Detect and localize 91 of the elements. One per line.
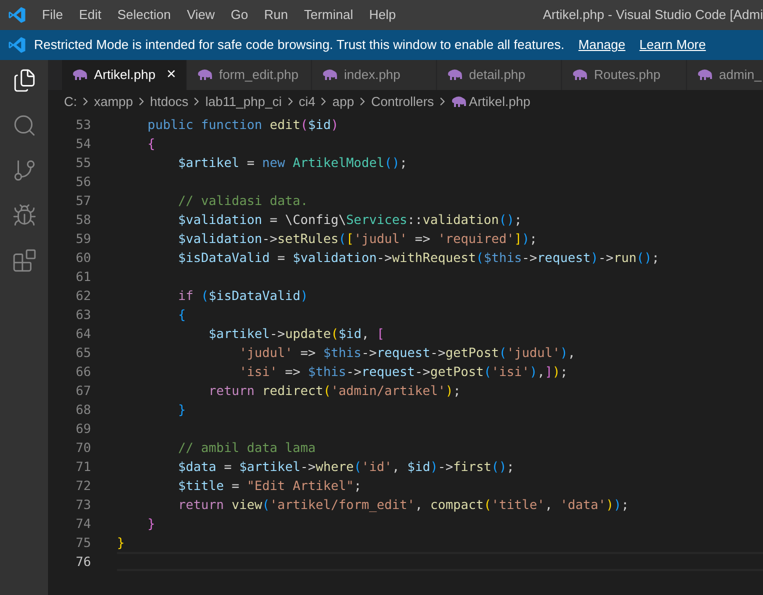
shield-logo-icon bbox=[8, 36, 26, 54]
breadcrumb-item[interactable]: ci4 bbox=[298, 92, 316, 112]
menu-item[interactable]: Edit bbox=[70, 5, 110, 25]
breadcrumb-item[interactable]: lab11_php_ci bbox=[205, 92, 282, 112]
code-line: { bbox=[146, 134, 156, 153]
editor-tab[interactable]: admin_ bbox=[687, 60, 763, 90]
line-number: 57 bbox=[74, 192, 91, 210]
banner-link[interactable]: Manage bbox=[578, 35, 626, 55]
code-line: return view('artikel/form_edit', compact('title', 'data')); bbox=[177, 496, 629, 514]
tab-label: Artikel.php bbox=[94, 66, 156, 84]
menu-item[interactable]: Go bbox=[222, 5, 256, 25]
elephant-icon bbox=[572, 69, 588, 81]
elephant-icon bbox=[72, 69, 88, 81]
line-number: 71 bbox=[74, 458, 91, 476]
branch-icon[interactable] bbox=[12, 158, 36, 183]
code-line: $artikel->update($id, [ bbox=[208, 324, 384, 343]
editor-tab[interactable]: Artikel.php × bbox=[62, 60, 187, 90]
tab-label: admin_ bbox=[719, 66, 762, 84]
line-number: 60 bbox=[74, 248, 91, 267]
close-icon[interactable]: × bbox=[166, 63, 176, 87]
line-number: 72 bbox=[74, 476, 91, 495]
line-number: 70 bbox=[74, 438, 91, 457]
elephant-icon bbox=[450, 96, 467, 108]
code-line: 'judul' => $this->request->getPost('judul'), bbox=[238, 344, 576, 362]
code-line: $data = $artikel->where('id', $id)->first(); bbox=[177, 458, 514, 476]
code-line: $validation = \Config\Services::validation(); bbox=[177, 210, 522, 229]
tab-label: form_edit.php bbox=[219, 66, 298, 84]
line-number: 53 bbox=[74, 116, 91, 134]
line-number: 63 bbox=[74, 306, 91, 324]
line-number: 54 bbox=[74, 134, 91, 153]
line-number: 55 bbox=[74, 154, 91, 172]
tab-label: detail.php bbox=[469, 66, 526, 84]
elephant-icon bbox=[322, 69, 338, 81]
line-number: 75 bbox=[74, 534, 91, 552]
code-line: $validation->setRules(['judul' => 'required']); bbox=[177, 230, 538, 248]
code-line: } bbox=[117, 534, 125, 552]
editor-tab[interactable]: detail.php bbox=[437, 60, 562, 90]
menu-item[interactable]: Selection bbox=[109, 5, 179, 25]
code-line: } bbox=[146, 514, 156, 533]
banner-text: Restricted Mode is intended for safe code browsing. Trust this window to enable all features. bbox=[34, 36, 564, 54]
breadcrumb-item[interactable]: app bbox=[332, 92, 354, 112]
line-number: 68 bbox=[74, 400, 91, 419]
line-number: 74 bbox=[74, 514, 91, 533]
breadcrumb-item[interactable]: htdocs bbox=[150, 92, 188, 112]
breadcrumb-item[interactable]: C: bbox=[64, 92, 77, 112]
line-number: 65 bbox=[74, 344, 91, 362]
tab-label: index.php bbox=[344, 66, 400, 84]
app-logo bbox=[8, 6, 26, 24]
line-number: 66 bbox=[74, 362, 91, 381]
line-number: 67 bbox=[74, 382, 91, 400]
menu-item[interactable]: File bbox=[34, 5, 71, 25]
files-icon[interactable] bbox=[12, 68, 36, 93]
blocks-icon[interactable] bbox=[12, 248, 36, 273]
line-number: 61 bbox=[74, 268, 91, 286]
editor-tab[interactable]: Routes.php bbox=[562, 60, 687, 90]
editor-tab[interactable]: form_edit.php bbox=[187, 60, 312, 90]
line-number: 69 bbox=[74, 420, 91, 438]
code-line: { bbox=[177, 306, 186, 324]
code-line: $title = "Edit Artikel"; bbox=[177, 476, 362, 495]
window-title: Artikel.php - Visual Studio Code [Admi bbox=[542, 6, 763, 24]
menu-item[interactable]: View bbox=[178, 5, 223, 25]
code-line: $artikel = new ArtikelModel(); bbox=[177, 154, 408, 172]
search-icon[interactable] bbox=[12, 113, 36, 138]
elephant-icon bbox=[197, 69, 213, 81]
line-number: 76 bbox=[74, 552, 91, 571]
code-line: public function edit($id) bbox=[146, 116, 339, 134]
code-line: if ($isDataValid) bbox=[177, 286, 308, 305]
code-line: // validasi data. bbox=[177, 192, 308, 210]
menu-item[interactable]: Run bbox=[256, 5, 296, 25]
breadcrumb-item[interactable]: xampp bbox=[94, 92, 134, 112]
line-number: 56 bbox=[74, 172, 91, 191]
tab-label: Routes.php bbox=[594, 66, 660, 84]
code-line: return redirect('admin/artikel'); bbox=[208, 382, 461, 400]
menu-item[interactable]: Help bbox=[361, 5, 404, 25]
breadcrumb-item[interactable]: Artikel.php bbox=[468, 92, 530, 112]
line-number: 62 bbox=[74, 286, 91, 305]
code-line: } bbox=[177, 400, 186, 419]
line-number: 59 bbox=[74, 230, 91, 248]
code-line: // ambil data lama bbox=[177, 438, 316, 457]
line-number: 73 bbox=[74, 496, 91, 514]
elephant-icon bbox=[447, 69, 463, 81]
code-line: $isDataValid = $validation->withRequest($this->request)->run(); bbox=[177, 248, 660, 267]
code-line: 'isi' => $this->request->getPost('isi'),]); bbox=[238, 362, 568, 381]
line-number: 64 bbox=[74, 324, 91, 343]
banner-link[interactable]: Learn More bbox=[639, 35, 706, 55]
elephant-icon bbox=[697, 69, 713, 81]
breadcrumb-item[interactable]: Controllers bbox=[371, 92, 434, 112]
line-number: 58 bbox=[74, 210, 91, 229]
menu-item[interactable]: Terminal bbox=[296, 5, 362, 25]
editor-tab[interactable]: index.php bbox=[312, 60, 437, 90]
bug-icon[interactable] bbox=[12, 203, 36, 228]
